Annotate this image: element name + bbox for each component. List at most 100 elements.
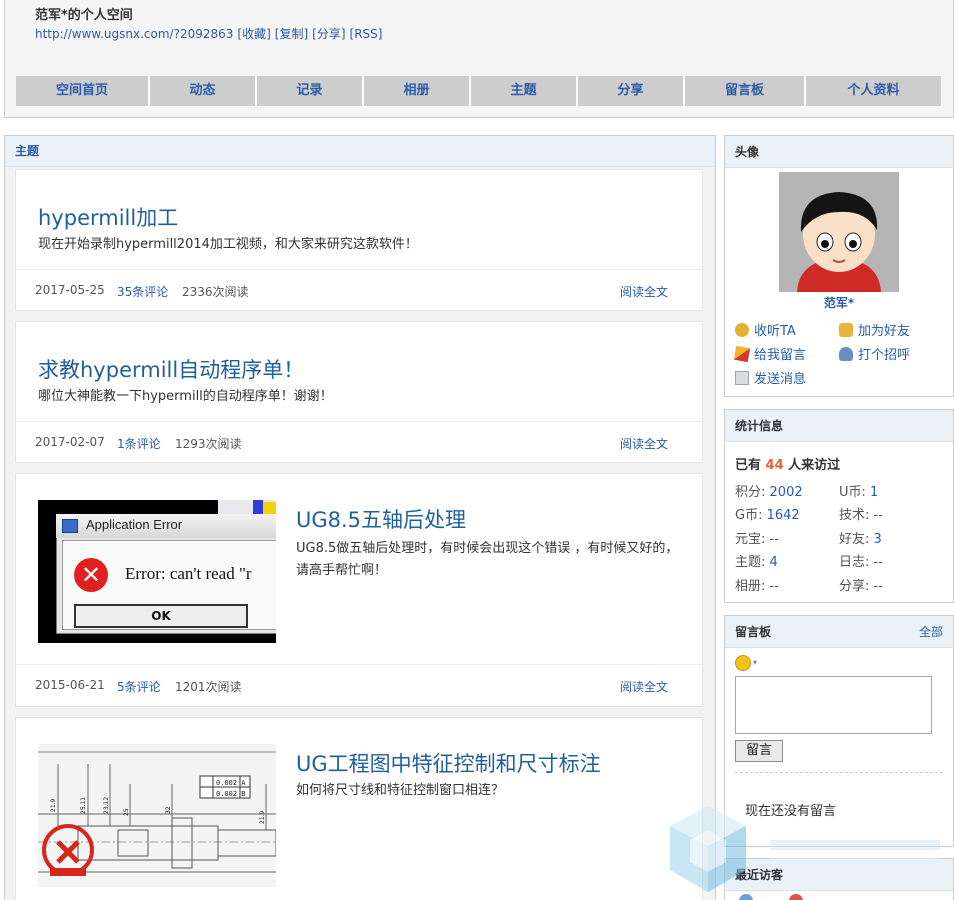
- threads-heading: 主题: [5, 136, 715, 167]
- tolerance-label-1: 0.002 A: [216, 779, 246, 787]
- post-title[interactable]: hypermill加工: [38, 202, 178, 232]
- post-thumbnail[interactable]: Application Error ✕ Error: can't read "r…: [38, 500, 276, 643]
- stat-gcoin: G币: 1642: [735, 508, 800, 523]
- post-comments-link[interactable]: 5条评论: [117, 678, 161, 695]
- nav-album[interactable]: 相册: [364, 76, 471, 106]
- visit-suffix: 人来访过: [788, 458, 841, 473]
- post-card: hypermill加工 现在开始录制hypermill2014加工视频，和大家来…: [15, 169, 703, 311]
- post-message-button[interactable]: 留言: [735, 740, 783, 762]
- greet-icon: [839, 347, 853, 361]
- nav-records[interactable]: 记录: [257, 76, 364, 106]
- post-summary: UG8.5做五轴后处理时，有时候会出现这个错误 ，有时候又好的，请高手帮忙啊！: [296, 541, 679, 578]
- stat-ucoin: U币: 1: [839, 485, 879, 500]
- stat-share: 分享: --: [839, 579, 883, 594]
- guestbook-all-link[interactable]: 全部: [919, 616, 943, 648]
- space-url-link[interactable]: http://www.ugsnx.com/?2092863: [35, 27, 233, 41]
- post-date: 2015-06-21: [35, 678, 105, 692]
- post-views: 1293次阅读: [175, 437, 242, 451]
- post-date: 2017-05-25: [35, 283, 105, 297]
- pencil-icon: [733, 345, 751, 363]
- stat-points: 积分: 2002: [735, 485, 803, 500]
- error-window-title: Application Error: [86, 517, 183, 532]
- post-card: 0.002 A 0.002 B 21.9 25.11 23.12 25 32 2…: [15, 717, 703, 900]
- post-summary: 哪位大神能教一下hypermill的自动程序单！谢谢！: [38, 389, 333, 404]
- user-name[interactable]: 范军*: [725, 294, 953, 311]
- copy-link[interactable]: [复制]: [275, 27, 308, 41]
- post-footer: 2017-02-07 1条评论 1293次阅读 阅读全文: [16, 421, 702, 463]
- post-summary: 如何将尺寸线和特征控制窗口相连？: [296, 783, 505, 798]
- stats-heading: 统计信息: [725, 410, 953, 442]
- divider: [735, 772, 943, 773]
- nav-guestbook[interactable]: 留言板: [685, 76, 806, 106]
- post-footer: 2017-05-25 35条评论 2336次阅读 阅读全文: [16, 269, 702, 311]
- space-links: http://www.ugsnx.com/?2092863 [收藏] [复制] [分享…: [35, 25, 386, 42]
- stat-tech: 技术: --: [839, 508, 883, 523]
- post-comments-link[interactable]: 35条评论: [117, 283, 168, 300]
- avatar[interactable]: [779, 172, 899, 292]
- chevron-down-icon[interactable]: ▾: [753, 658, 757, 667]
- dimension-label: 23.12: [103, 797, 110, 814]
- send-message-label: 发送消息: [754, 372, 807, 387]
- dimension-label: 21.9: [50, 798, 57, 812]
- add-friend-action[interactable]: 加为好友: [839, 320, 910, 339]
- avatar-heading: 头像: [725, 136, 953, 168]
- follow-icon: [735, 323, 749, 337]
- post-date: 2017-02-07: [35, 435, 105, 449]
- message-textarea[interactable]: [735, 676, 932, 734]
- favorite-link[interactable]: [收藏]: [237, 27, 270, 41]
- post-card: Application Error ✕ Error: can't read "r…: [15, 473, 703, 707]
- post-footer: 2015-06-21 5条评论 1201次阅读 阅读全文: [16, 664, 702, 706]
- guestbook-title: 留言板: [735, 625, 772, 639]
- error-ok-button: OK: [74, 604, 248, 628]
- post-card: 求教hypermill自动程序单！ 哪位大神能教一下hypermill的自动程序…: [15, 321, 703, 463]
- stat-threads: 主题: 4: [735, 555, 778, 570]
- nav-threads[interactable]: 主题: [471, 76, 578, 106]
- share-link[interactable]: [分享]: [312, 27, 345, 41]
- stat-friends: 好友: 3: [839, 532, 882, 547]
- error-icon: ✕: [74, 558, 108, 592]
- post-views: 2336次阅读: [182, 285, 249, 299]
- nav-feed[interactable]: 动态: [150, 76, 257, 106]
- nav-home[interactable]: 空间首页: [16, 76, 150, 106]
- follow-label: 收听TA: [754, 324, 796, 339]
- post-summary: 现在开始录制hypermill2014加工视频，和大家来研究这款软件！: [38, 237, 418, 252]
- stat-ingot: 元宝: --: [735, 532, 779, 547]
- stats-box: 统计信息 已有 44 人来访过 积分: 2002 U币: 1 G币: 1642 …: [724, 409, 954, 603]
- follow-action[interactable]: 收听TA: [735, 320, 796, 339]
- post-thumbnail[interactable]: 0.002 A 0.002 B 21.9 25.11 23.12 25 32 2…: [38, 744, 276, 887]
- greet-action[interactable]: 打个招呼: [839, 344, 910, 363]
- rss-link[interactable]: [RSS]: [350, 27, 383, 41]
- dimension-label: 25.11: [80, 797, 87, 814]
- post-title[interactable]: UG8.5五轴后处理: [296, 504, 466, 534]
- nav-profile[interactable]: 个人资料: [806, 76, 941, 106]
- site-watermark: [660, 800, 950, 900]
- nav-share[interactable]: 分享: [578, 76, 685, 106]
- dimension-label: 32: [165, 806, 172, 814]
- drawing-thumbnail-image: 0.002 A 0.002 B 21.9 25.11 23.12 25 32 2…: [38, 744, 276, 887]
- post-comments-link[interactable]: 1条评论: [117, 435, 161, 452]
- handshake-icon: [839, 323, 853, 337]
- space-nav: 空间首页 动态 记录 相册 主题 分享 留言板 个人资料: [16, 76, 941, 106]
- visit-count-text: 已有 44 人来访过: [735, 454, 840, 473]
- post-title[interactable]: UG工程图中特征控制和尺寸标注: [296, 748, 601, 778]
- space-title: 范军*的个人空间: [35, 8, 133, 23]
- read-all-link[interactable]: 阅读全文: [620, 678, 668, 695]
- emoji-icon[interactable]: [735, 655, 751, 671]
- read-all-link[interactable]: 阅读全文: [620, 283, 668, 300]
- space-header: 范军*的个人空间 http://www.ugsnx.com/?2092863 [收…: [4, 0, 954, 118]
- add-friend-label: 加为好友: [858, 324, 911, 339]
- stat-album: 相册: --: [735, 579, 779, 594]
- leave-message-label: 给我留言: [754, 348, 807, 363]
- envelope-icon: [735, 371, 749, 385]
- leave-message-action[interactable]: 给我留言: [733, 344, 807, 363]
- read-all-link[interactable]: 阅读全文: [620, 435, 668, 452]
- greet-label: 打个招呼: [858, 348, 911, 363]
- error-message: Error: can't read "r: [125, 564, 252, 583]
- avatar-box: 头像 范军* 收听TA 加为好友 给我留言 打个招呼 发送消息: [724, 135, 954, 397]
- dimension-label: 21.9: [259, 810, 266, 824]
- stat-blog: 日志: --: [839, 555, 883, 570]
- visit-count: 44: [765, 458, 784, 473]
- post-views: 1201次阅读: [175, 680, 242, 694]
- send-message-action[interactable]: 发送消息: [735, 368, 806, 387]
- post-title[interactable]: 求教hypermill自动程序单！: [38, 354, 304, 384]
